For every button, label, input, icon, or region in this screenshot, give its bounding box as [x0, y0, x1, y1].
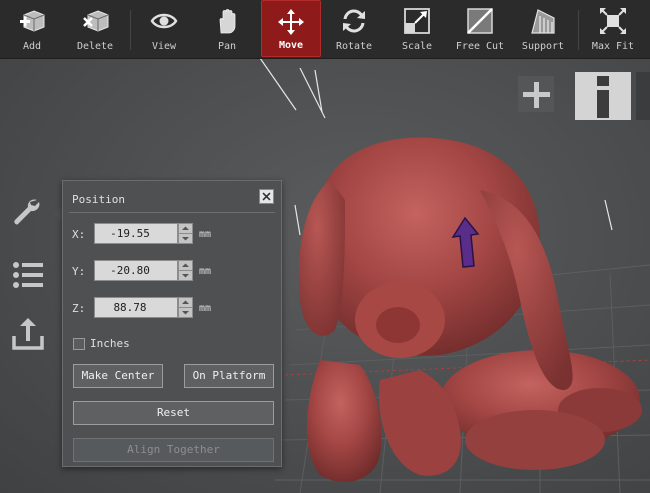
y-label: Y: — [72, 265, 86, 278]
spin-down-icon[interactable] — [179, 271, 192, 280]
delete-button[interactable]: Delete — [70, 0, 120, 57]
hand-icon — [219, 9, 236, 34]
eye-icon — [150, 13, 178, 29]
x-label: X: — [72, 228, 86, 241]
dog-model[interactable] — [298, 137, 642, 483]
cut-icon — [467, 8, 493, 34]
free-cut-button-label: Free Cut — [455, 41, 505, 52]
x-unit: mm — [199, 229, 212, 240]
scale-button-label: Scale — [401, 41, 433, 52]
z-position-input[interactable]: 88.78 — [94, 297, 178, 318]
wrench-icon[interactable] — [10, 195, 46, 231]
z-unit: mm — [199, 303, 212, 314]
toolbar-separator — [578, 10, 579, 50]
x-spinner[interactable] — [178, 223, 193, 244]
support-button-label: Support — [521, 41, 565, 52]
spin-up-icon[interactable] — [179, 224, 192, 234]
x-position-input[interactable]: -19.55 — [94, 223, 178, 244]
info-icon[interactable] — [575, 72, 631, 120]
inches-label: Inches — [90, 337, 130, 350]
inches-checkbox[interactable] — [73, 338, 85, 350]
view-button-label: View — [151, 41, 177, 52]
move-arrows-icon — [278, 9, 304, 35]
free-cut-button[interactable]: Free Cut — [452, 0, 508, 57]
export-icon[interactable] — [10, 316, 46, 352]
panel-title: Position — [72, 193, 125, 206]
rotate-icon — [343, 9, 365, 33]
rotate-button-label: Rotate — [335, 41, 373, 52]
add-button[interactable]: Add — [8, 0, 56, 57]
max-fit-button-label: Max Fit — [591, 41, 635, 52]
main-toolbar: Add Delete View Pan Move Rotate Scale Fr… — [0, 0, 650, 59]
y-spinner[interactable] — [178, 260, 193, 281]
close-icon[interactable] — [259, 189, 274, 204]
y-unit: mm — [199, 266, 212, 277]
support-icon — [531, 9, 555, 34]
scale-button[interactable]: Scale — [393, 0, 441, 57]
spin-up-icon[interactable] — [179, 261, 192, 271]
list-icon[interactable] — [10, 257, 46, 293]
max-fit-button[interactable]: Max Fit — [586, 0, 640, 57]
reset-button[interactable]: Reset — [73, 401, 274, 425]
panel-divider — [69, 212, 275, 213]
toolbar-separator — [130, 10, 131, 50]
y-position-input[interactable]: -20.80 — [94, 260, 178, 281]
view-button[interactable]: View — [140, 0, 188, 57]
zoom-plus-icon[interactable] — [516, 72, 558, 120]
spin-down-icon[interactable] — [179, 234, 192, 243]
support-button[interactable]: Support — [517, 0, 569, 57]
pan-button[interactable]: Pan — [203, 0, 251, 57]
z-spinner[interactable] — [178, 297, 193, 318]
scale-icon — [404, 8, 430, 34]
on-platform-button[interactable]: On Platform — [184, 364, 274, 388]
rotate-button[interactable]: Rotate — [329, 0, 379, 57]
make-center-button[interactable]: Make Center — [73, 364, 163, 388]
z-label: Z: — [72, 302, 86, 315]
pan-button-label: Pan — [217, 41, 237, 52]
move-button-label: Move — [278, 40, 304, 51]
move-button[interactable]: Move — [261, 0, 321, 57]
align-together-button: Align Together — [73, 438, 274, 462]
add-button-label: Add — [22, 41, 42, 52]
position-panel: Position X: -19.55 mm Y: -20.80 mm Z: 88… — [62, 180, 282, 467]
delete-button-label: Delete — [76, 41, 114, 52]
corner-panel-edge — [636, 72, 650, 120]
spin-down-icon[interactable] — [179, 308, 192, 317]
max-fit-icon — [600, 8, 626, 34]
delete-cube-icon — [83, 10, 109, 32]
add-cube-icon — [20, 10, 45, 32]
spin-up-icon[interactable] — [179, 298, 192, 308]
